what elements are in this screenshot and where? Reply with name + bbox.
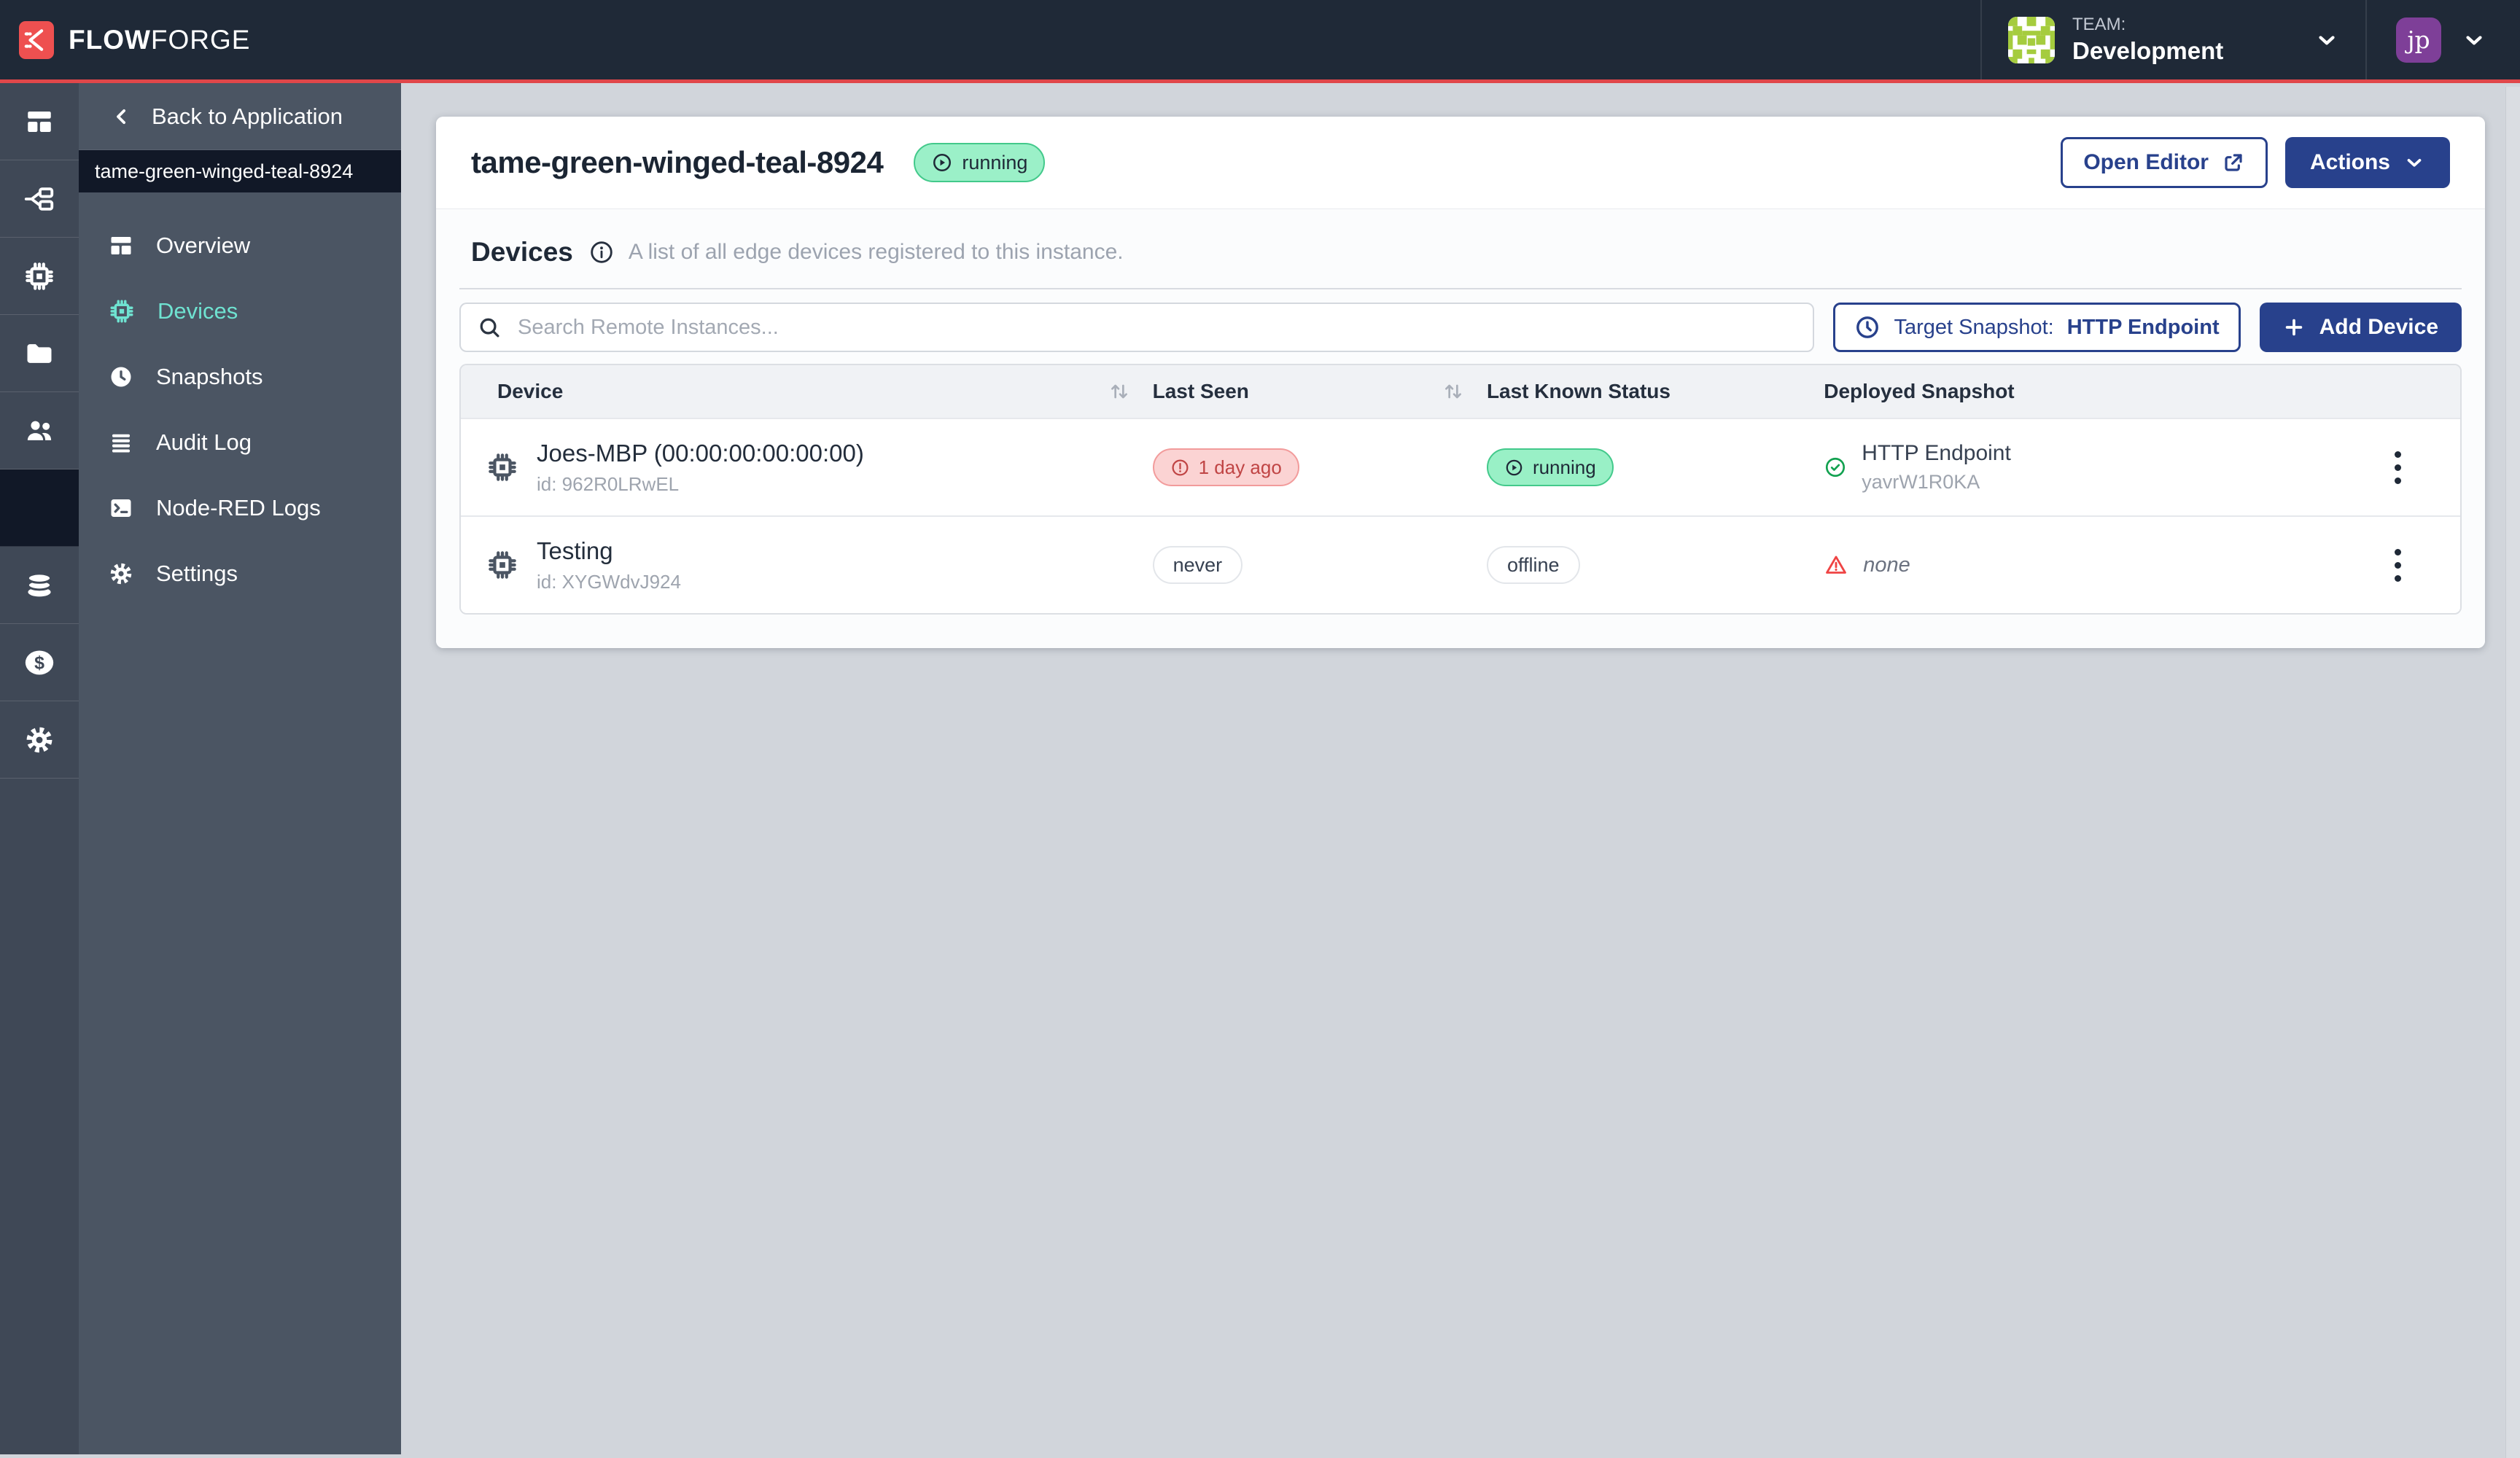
play-circle-icon <box>1504 458 1524 477</box>
search-box <box>459 303 1814 352</box>
grid-icon <box>108 233 134 259</box>
device-name[interactable]: Testing <box>537 537 681 565</box>
device-id: id: 962R0LRwEL <box>537 473 864 496</box>
chevron-down-icon <box>2314 28 2339 52</box>
instance-header: tame-green-winged-teal-8924 running Open… <box>436 117 2485 208</box>
last-seen-badge: 1 day ago <box>1153 448 1299 486</box>
chip-icon <box>486 451 519 484</box>
users-icon[interactable] <box>0 392 79 469</box>
team-avatar <box>2008 17 2055 63</box>
grid-icon[interactable] <box>0 83 79 160</box>
devices-section: Devices A list of all edge devices regis… <box>436 208 2485 648</box>
chevron-down-icon <box>2462 28 2486 52</box>
main-content: tame-green-winged-teal-8924 running Open… <box>401 83 2520 1454</box>
sidebar-item-node-red-logs[interactable]: Node-RED Logs <box>79 475 401 541</box>
devices-heading: Devices <box>471 237 573 268</box>
team-selector[interactable]: TEAM: Development <box>1980 0 2367 79</box>
dollar-icon[interactable]: $ <box>0 624 79 701</box>
brand-name[interactable]: FLOWFORGE <box>69 25 250 55</box>
warning-triangle-icon <box>1824 553 1848 577</box>
team-name: Development <box>2072 37 2223 65</box>
terminal-icon <box>108 495 134 521</box>
list-icon <box>108 429 134 456</box>
device-id: id: XYGWdvJ924 <box>537 571 681 593</box>
gear-icon <box>108 561 134 587</box>
divider <box>459 288 2462 289</box>
page-title: tame-green-winged-teal-8924 <box>471 145 883 180</box>
folder-icon[interactable] <box>0 315 79 392</box>
clock-icon <box>108 364 134 390</box>
scrollbar-track[interactable] <box>2505 87 2520 1458</box>
row-menu-button[interactable] <box>2387 542 2408 589</box>
back-to-application[interactable]: Back to Application <box>79 83 401 150</box>
actions-button[interactable]: Actions <box>2285 137 2450 188</box>
device-name[interactable]: Joes-MBP (00:00:00:00:00:00) <box>537 440 864 467</box>
chevron-left-icon <box>111 106 133 128</box>
snapshot-none: none <box>1863 553 1910 577</box>
target-snapshot-button[interactable]: Target Snapshot: HTTP Endpoint <box>1833 303 2240 352</box>
flowforge-logo-icon[interactable] <box>19 21 54 59</box>
team-nav-rail: $ <box>0 83 79 1454</box>
table-row[interactable]: Testing id: XYGWdvJ924 never offline <box>461 515 2460 613</box>
sort-icon[interactable] <box>1108 380 1131 403</box>
check-circle-icon <box>1824 456 1847 479</box>
play-circle-icon <box>931 152 953 174</box>
status-badge: offline <box>1487 546 1580 584</box>
back-label: Back to Application <box>152 104 343 130</box>
chip-icon[interactable] <box>0 238 79 315</box>
exclamation-circle-icon <box>1170 458 1190 477</box>
team-label: TEAM: <box>2072 15 2223 35</box>
user-menu[interactable]: jp <box>2367 0 2520 79</box>
search-input[interactable] <box>518 316 1797 340</box>
sidebar-item-devices[interactable]: Devices <box>79 278 401 344</box>
snapshot-id: yavrW1R0KA <box>1862 471 2011 494</box>
row-menu-button[interactable] <box>2387 444 2408 491</box>
plus-icon <box>2283 316 2305 338</box>
info-icon[interactable] <box>589 240 614 265</box>
sidebar-item-settings[interactable]: Settings <box>79 541 401 607</box>
snapshot-name: HTTP Endpoint <box>1862 441 2011 466</box>
table-header: Device Last Seen Last Known Status <box>461 365 2460 418</box>
gear-icon[interactable] <box>0 701 79 779</box>
status-badge: running <box>1487 448 1614 486</box>
external-link-icon <box>2222 151 2245 174</box>
top-navbar: FLOWFORGE <box>0 0 2520 83</box>
status-badge: running <box>914 143 1045 182</box>
avatar: jp <box>2396 17 2441 63</box>
open-editor-button[interactable]: Open Editor <box>2061 137 2268 188</box>
sort-icon[interactable] <box>1442 380 1465 403</box>
add-device-button[interactable]: Add Device <box>2260 303 2462 352</box>
database-icon[interactable] <box>0 547 79 624</box>
devices-table: Device Last Seen Last Known Status <box>459 364 2462 615</box>
chip-icon <box>486 548 519 582</box>
devices-description: A list of all edge devices registered to… <box>629 240 1124 265</box>
active-empty-cell[interactable] <box>0 469 79 547</box>
table-row[interactable]: Joes-MBP (00:00:00:00:00:00) id: 962R0LR… <box>461 418 2460 515</box>
last-seen-badge: never <box>1153 546 1243 584</box>
chevron-down-icon <box>2403 152 2425 174</box>
sidebar-item-snapshots[interactable]: Snapshots <box>79 344 401 410</box>
flow-pipeline-icon[interactable] <box>0 160 79 238</box>
instance-name[interactable]: tame-green-winged-teal-8924 <box>79 150 401 192</box>
svg-text:$: $ <box>34 652 44 673</box>
instance-menu: Overview Devices Snapshots <box>79 192 401 607</box>
clock-icon <box>1854 314 1881 340</box>
search-icon <box>477 315 502 340</box>
chip-icon <box>108 297 136 325</box>
instance-sidebar: Back to Application tame-green-winged-te… <box>79 83 401 1454</box>
instance-card: tame-green-winged-teal-8924 running Open… <box>436 117 2485 648</box>
sidebar-item-overview[interactable]: Overview <box>79 213 401 278</box>
sidebar-item-audit-log[interactable]: Audit Log <box>79 410 401 475</box>
